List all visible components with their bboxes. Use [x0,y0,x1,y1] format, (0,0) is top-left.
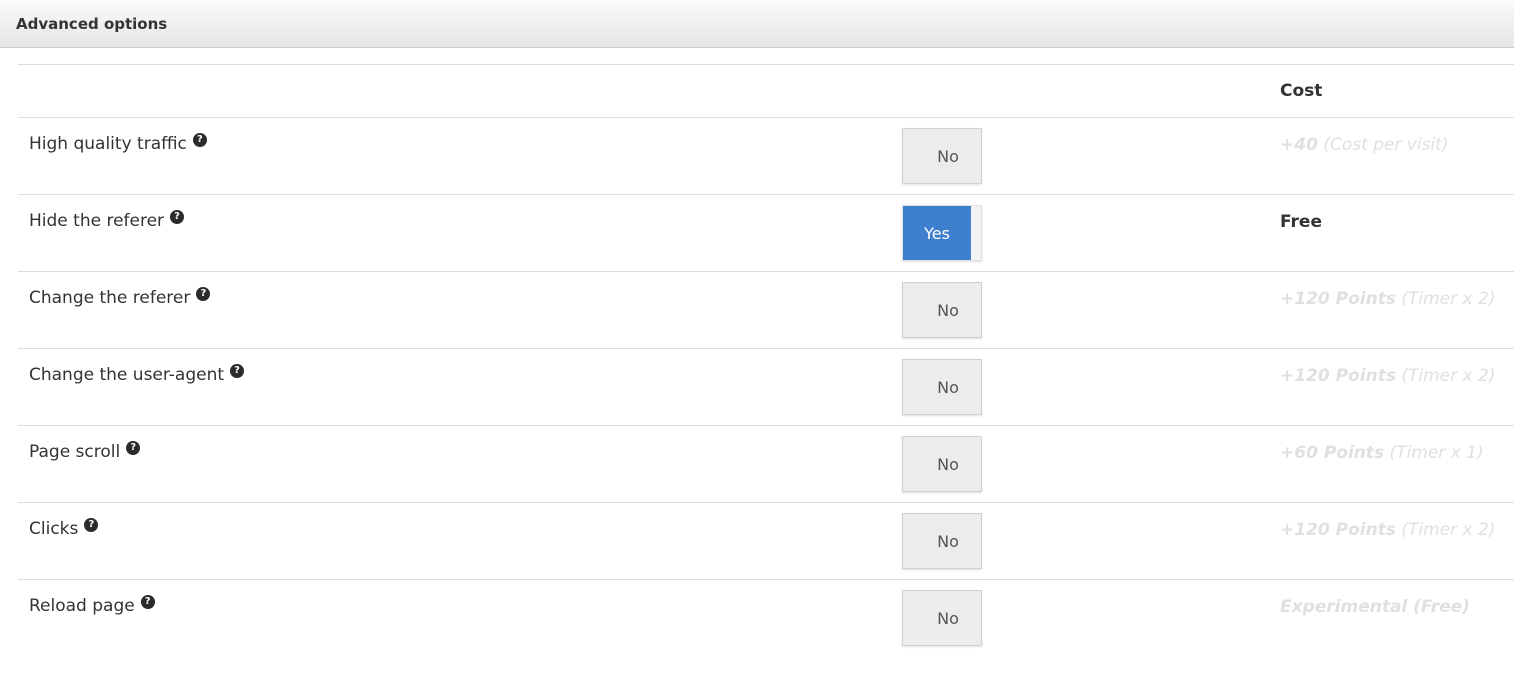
change-user-agent-toggle[interactable]: No [902,359,982,415]
option-label-text: Page scroll [29,442,121,462]
option-cost: +40 (Cost per visit) [1280,135,1448,155]
option-cost: +120 Points (Timer x 2) [1280,366,1495,386]
help-icon[interactable]: ? [84,518,99,532]
clicks-toggle[interactable]: No [902,513,982,569]
cost-note: (Timer x 2) [1401,520,1496,540]
cost-value: +60 Points [1280,443,1385,463]
option-row-hide-referer: Hide the referer ? Yes Free [18,195,1514,272]
help-icon[interactable]: ? [126,441,141,455]
cost-value: +120 Points [1280,520,1396,540]
option-row-high-quality-traffic: High quality traffic ? No +40 (Cost per … [18,118,1514,195]
option-row-change-user-agent: Change the user-agent ? No +120 Points (… [18,349,1514,426]
option-label-text: Clicks [29,519,79,539]
option-label: Page scroll ? [29,441,141,462]
cost-note: (Timer x 2) [1401,366,1496,386]
toggle-state: No [937,454,959,474]
cost-value: +40 [1280,135,1318,155]
option-label: High quality traffic ? [29,133,207,154]
page-scroll-toggle[interactable]: No [902,436,982,492]
cost-note: (Cost per visit) [1323,135,1449,155]
option-label: Change the referer ? [29,287,211,308]
cost-value: Free [1280,212,1322,232]
option-label: Clicks ? [29,518,99,539]
toggle-state: No [937,608,959,628]
hide-referer-toggle[interactable]: Yes [902,205,982,261]
toggle-state: No [937,531,959,551]
toggle-state: No [937,377,959,397]
reload-page-toggle[interactable]: No [902,590,982,646]
cost-value: +120 Points [1280,289,1396,309]
cost-column-header: Cost [1280,81,1323,101]
option-cost: Experimental (Free) [1280,597,1470,617]
toggle-state: Yes [903,206,971,260]
cost-note: (Timer x 1) [1389,443,1484,463]
toggle-state: No [937,146,959,166]
option-cost: +120 Points (Timer x 2) [1280,289,1495,309]
option-row-clicks: Clicks ? No +120 Points (Timer x 2) [18,503,1514,580]
option-label-text: High quality traffic [29,134,187,154]
option-label: Reload page ? [29,595,155,616]
toggle-state: No [937,300,959,320]
change-referer-toggle[interactable]: No [902,282,982,338]
table-header-row: Cost [18,65,1514,118]
help-icon[interactable]: ? [170,210,185,224]
option-label-text: Reload page [29,596,135,616]
panel-header: Advanced options [0,0,1514,48]
help-icon[interactable]: ? [196,287,211,301]
option-cost: Free [1280,212,1322,232]
option-cost: +120 Points (Timer x 2) [1280,520,1495,540]
option-cost: +60 Points (Timer x 1) [1280,443,1484,463]
option-label: Hide the referer ? [29,210,185,231]
help-icon[interactable]: ? [140,595,155,609]
advanced-options-table: Cost High quality traffic ? No +40 (Cost… [18,64,1514,656]
option-row-change-referer: Change the referer ? No +120 Points (Tim… [18,272,1514,349]
option-label: Change the user-agent ? [29,364,245,385]
option-row-page-scroll: Page scroll ? No +60 Points (Timer x 1) [18,426,1514,503]
cost-value: +120 Points [1280,366,1396,386]
option-label-text: Change the user-agent [29,365,225,385]
cost-note: (Timer x 2) [1401,289,1496,309]
help-icon[interactable]: ? [230,364,245,378]
help-icon[interactable]: ? [192,133,207,147]
option-row-reload-page: Reload page ? No Experimental (Free) [18,580,1514,656]
option-label-text: Hide the referer [29,211,165,231]
high-quality-traffic-toggle[interactable]: No [902,128,982,184]
cost-value: Experimental (Free) [1280,597,1470,617]
option-label-text: Change the referer [29,288,191,308]
panel-title: Advanced options [16,14,168,33]
